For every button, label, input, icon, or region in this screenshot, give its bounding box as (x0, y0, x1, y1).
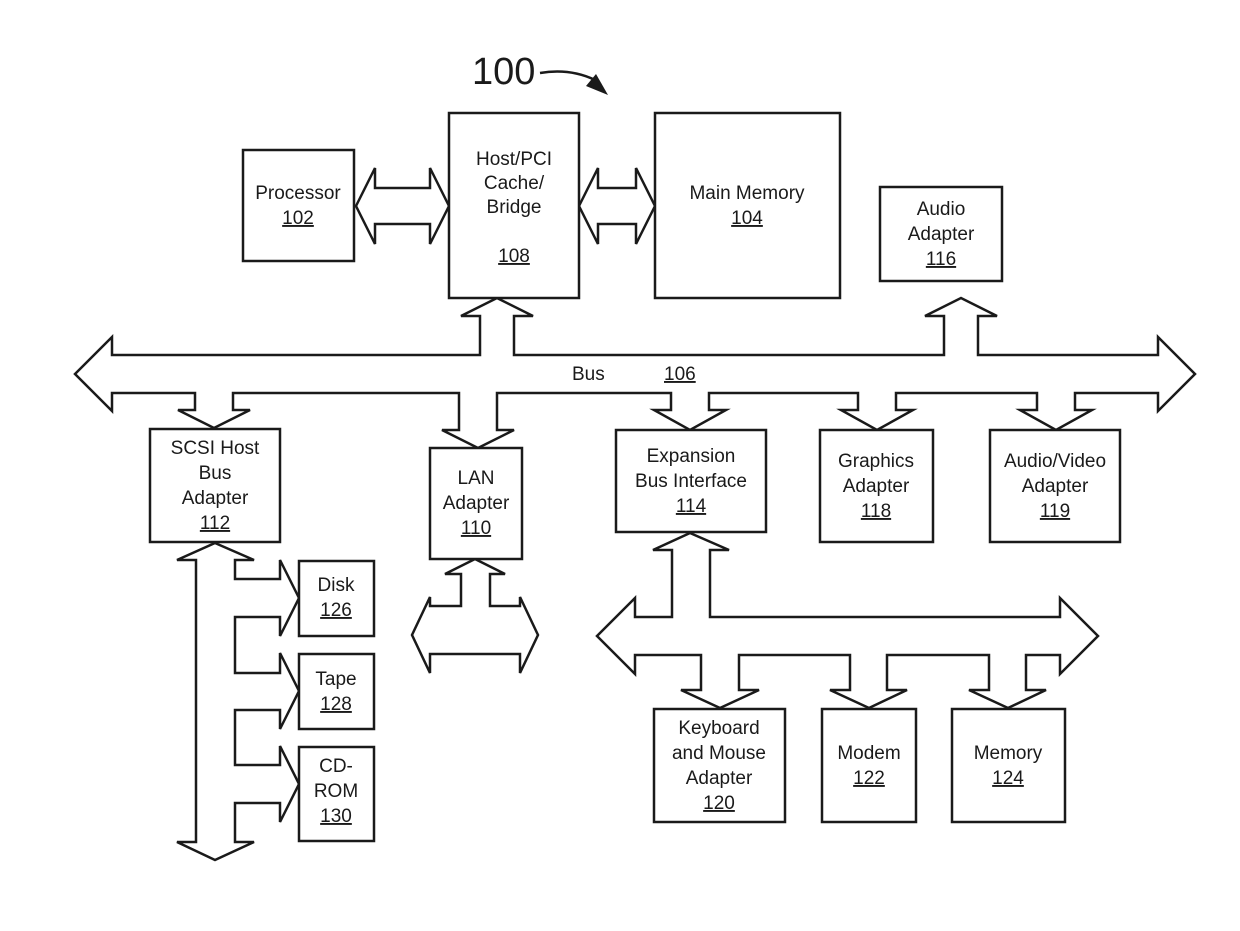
computer-system-block-diagram: 100 Processor 102 Host/PCI Cache/ Bridge… (73, 51, 1197, 862)
main-memory-label: Main Memory (689, 183, 805, 204)
expansion-ref: 114 (676, 496, 707, 517)
processor-label: Processor (255, 183, 341, 204)
audio-adapter-box: Audio Adapter 116 (878, 185, 1004, 283)
main-memory-ref: 104 (731, 208, 763, 229)
figure-number: 100 (472, 51, 535, 93)
host-bridge-label-line3: Bridge (487, 197, 542, 218)
host-bridge-label-line1: Host/PCI (476, 149, 552, 170)
keyboard-ref: 120 (703, 793, 735, 814)
scsi-adapter-label-line3: Adapter (182, 488, 249, 509)
lan-adapter-label-line2: Adapter (443, 493, 510, 514)
cdrom-box: CD- ROM 130 (297, 745, 376, 843)
main-memory-box: Main Memory 104 (653, 111, 842, 300)
modem-box: Modem 122 (820, 707, 918, 824)
cdrom-ref: 130 (320, 806, 352, 827)
host-bridge-ref: 108 (498, 246, 530, 267)
graphics-adapter-ref: 118 (861, 501, 891, 522)
expansion-bus-interface-box: Expansion Bus Interface 114 (614, 428, 768, 534)
graphics-adapter-box: Graphics Adapter 118 (818, 428, 935, 544)
lan-adapter-label-line1: LAN (458, 468, 495, 489)
keyboard-label-line1: Keyboard (678, 718, 759, 739)
figure-pointer-line (539, 70, 596, 82)
processor-box: Processor 102 (241, 148, 356, 263)
audio-video-adapter-label-line1: Audio/Video (1004, 451, 1106, 472)
expansion-label-line2: Bus Interface (635, 471, 747, 492)
bus-ref: 106 (664, 364, 696, 385)
keyboard-label-line2: and Mouse (672, 743, 766, 764)
bus-label: Bus (572, 364, 605, 385)
scsi-adapter-label-line2: Bus (199, 463, 232, 484)
disk-ref: 126 (320, 600, 352, 621)
audio-adapter-label-line1: Audio (917, 199, 966, 220)
audio-video-adapter-label-line2: Adapter (1022, 476, 1089, 497)
audio-adapter-label-line2: Adapter (908, 224, 975, 245)
cdrom-label-line1: CD- (319, 756, 353, 777)
disk-box: Disk 126 (297, 559, 376, 638)
audio-video-adapter-box: Audio/Video Adapter 119 (988, 428, 1122, 544)
memory-label: Memory (974, 743, 1043, 764)
keyboard-label-line3: Adapter (686, 768, 753, 789)
tape-label: Tape (315, 669, 356, 690)
bridge-memory-arrow (577, 167, 657, 245)
disk-label: Disk (318, 575, 355, 596)
processor-ref: 102 (282, 208, 314, 229)
graphics-adapter-label-line2: Adapter (843, 476, 910, 497)
scsi-adapter-label-line1: SCSI Host (171, 438, 260, 459)
lan-network-arrow (410, 557, 540, 674)
tape-box: Tape 128 (297, 652, 376, 731)
audio-adapter-ref: 116 (926, 249, 956, 270)
graphics-adapter-label-line1: Graphics (838, 451, 914, 472)
modem-label: Modem (837, 743, 900, 764)
lan-adapter-ref: 110 (461, 518, 491, 539)
scsi-adapter-box: SCSI Host Bus Adapter 112 (148, 427, 282, 544)
host-bridge-label-line2: Cache/ (484, 173, 545, 194)
scsi-adapter-ref: 112 (200, 513, 230, 534)
cdrom-label-line2: ROM (314, 781, 358, 802)
memory-box: Memory 124 (950, 707, 1067, 824)
scsi-device-bus-arrow (176, 541, 301, 862)
expansion-label-line1: Expansion (647, 446, 736, 467)
lan-adapter-box: LAN Adapter 110 (428, 446, 524, 561)
keyboard-mouse-adapter-box: Keyboard and Mouse Adapter 120 (652, 707, 787, 824)
processor-bridge-arrow (354, 167, 451, 245)
tape-ref: 128 (320, 694, 352, 715)
host-bridge-box: Host/PCI Cache/ Bridge 108 (447, 111, 581, 300)
expansion-bus-arrow (595, 531, 1100, 710)
modem-ref: 122 (853, 768, 885, 789)
audio-video-adapter-ref: 119 (1040, 501, 1070, 522)
system-bus-arrow (73, 296, 1197, 450)
memory-ref: 124 (992, 768, 1024, 789)
